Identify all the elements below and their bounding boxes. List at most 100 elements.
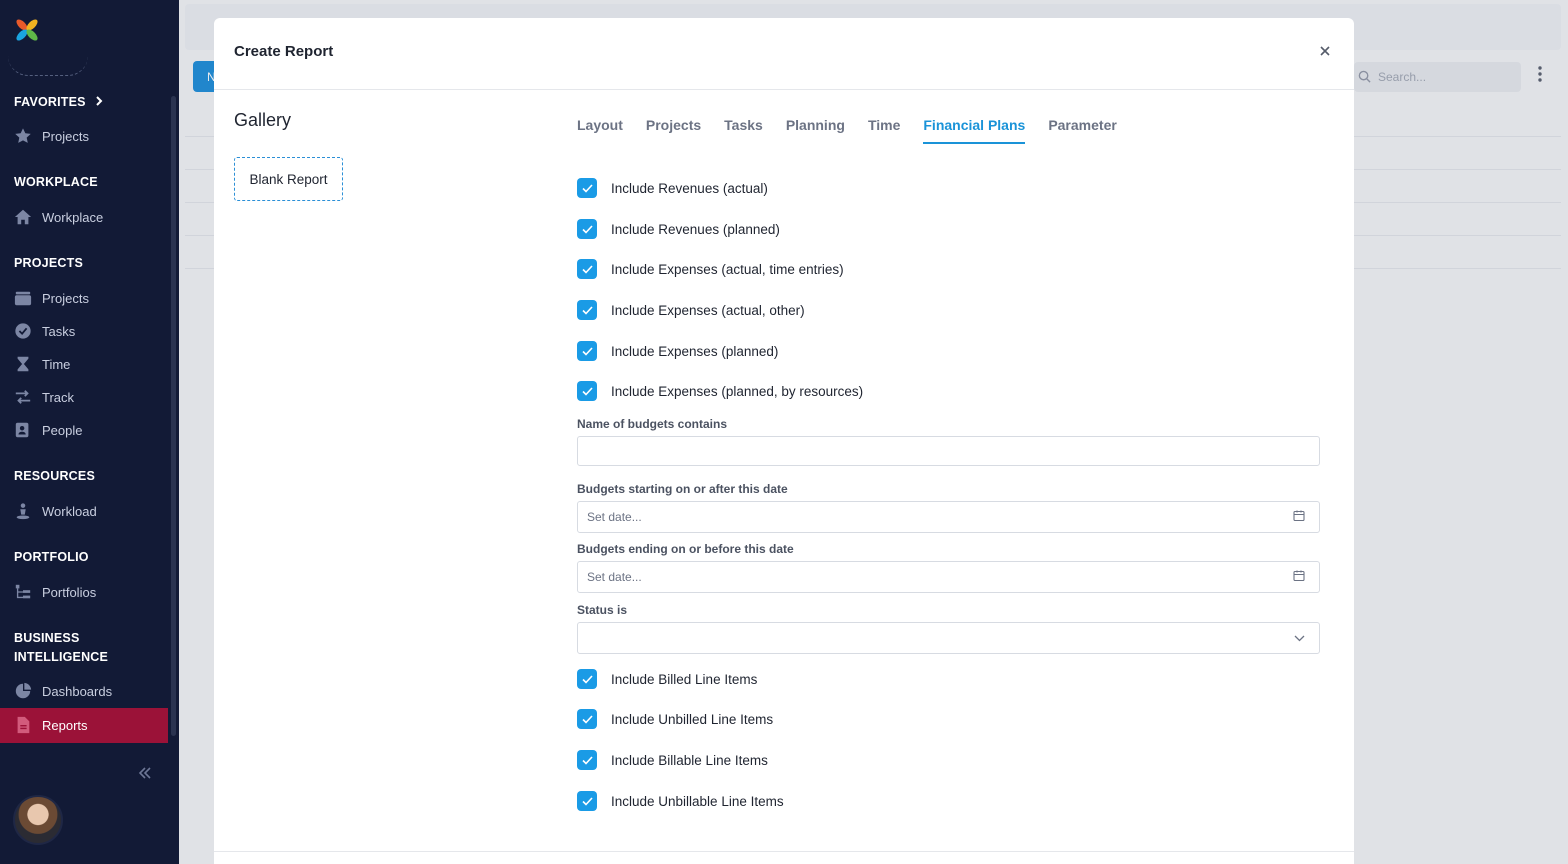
sidebar-item-label: Dashboards: [42, 683, 113, 699]
create-report-modal: Create Report Gallery Blank Report Layou…: [214, 18, 1354, 864]
checkbox-checked-icon[interactable]: [577, 709, 597, 729]
modal-footer-divider: [214, 851, 1354, 852]
section-business-intelligence: BUSINESS INTELLIGENCE: [14, 629, 108, 667]
section-favorites-title: FAVORITES: [14, 95, 86, 109]
sidebar-item-dashboards[interactable]: Dashboards: [14, 680, 112, 702]
end-date-label: Budgets ending on or before this date: [577, 542, 794, 556]
checkbox-expenses-actual-other[interactable]: Include Expenses (actual, other): [577, 299, 805, 321]
checkbox-label: Include Expenses (planned, by resources): [611, 383, 864, 399]
checkbox-checked-icon[interactable]: [577, 341, 597, 361]
checkbox-unbillable-line-items[interactable]: Include Unbillable Line Items: [577, 790, 784, 812]
sidebar-scrollbar[interactable]: [171, 96, 176, 736]
sidebar-item-label: Reports: [42, 717, 88, 733]
checkbox-label: Include Unbillable Line Items: [611, 793, 784, 809]
sidebar-item-label: Workload: [42, 503, 97, 519]
chevron-down-icon: [1294, 631, 1305, 645]
person-pin-icon: [14, 502, 32, 520]
contact-icon: [14, 421, 32, 439]
sidebar-item-favorite-projects[interactable]: Projects: [14, 125, 89, 147]
start-date-placeholder: Set date...: [587, 510, 642, 524]
sidebar: FAVORITES Projects WORKPLACE Workplace P…: [0, 0, 179, 864]
checkbox-expenses-planned-resources[interactable]: Include Expenses (planned, by resources): [577, 380, 863, 402]
checkbox-label: Include Expenses (actual, other): [611, 302, 805, 318]
sidebar-item-people[interactable]: People: [14, 419, 82, 441]
section-bi-title-line1: BUSINESS: [14, 631, 80, 645]
sidebar-item-portfolios[interactable]: Portfolios: [14, 581, 96, 603]
start-date-input[interactable]: Set date...: [577, 501, 1320, 533]
sidebar-item-label: Track: [42, 389, 75, 405]
sidebar-item-label: Projects: [42, 290, 89, 306]
chevron-right-icon: [95, 95, 103, 109]
section-projects: PROJECTS: [14, 256, 83, 270]
checkbox-checked-icon[interactable]: [577, 300, 597, 320]
status-label: Status is: [577, 603, 628, 617]
sidebar-item-reports[interactable]: Reports: [14, 714, 88, 736]
avatar[interactable]: [13, 795, 63, 845]
section-workplace: WORKPLACE: [14, 175, 98, 189]
sidebar-item-tasks[interactable]: Tasks: [14, 320, 75, 342]
tab-planning[interactable]: Planning: [786, 117, 845, 144]
home-icon: [14, 208, 32, 226]
checkbox-checked-icon[interactable]: [577, 178, 597, 198]
sidebar-item-label: Workplace: [42, 209, 104, 225]
sidebar-item-label: Portfolios: [42, 584, 97, 600]
tab-projects[interactable]: Projects: [646, 117, 701, 144]
folder-icon: [14, 289, 32, 307]
modal-title: Create Report: [234, 43, 334, 60]
sidebar-item-workplace[interactable]: Workplace: [14, 206, 103, 228]
sidebar-item-projects[interactable]: Projects: [14, 287, 89, 309]
checkbox-label: Include Revenues (planned): [611, 221, 780, 237]
checkbox-revenues-actual[interactable]: Include Revenues (actual): [577, 177, 768, 199]
checkbox-checked-icon[interactable]: [577, 669, 597, 689]
check-circle-icon: [14, 322, 32, 340]
checkbox-billable-line-items[interactable]: Include Billable Line Items: [577, 749, 768, 771]
tab-financial-plans[interactable]: Financial Plans: [923, 117, 1025, 144]
end-date-input[interactable]: Set date...: [577, 561, 1320, 593]
hierarchy-icon: [14, 583, 32, 601]
checkbox-label: Include Unbilled Line Items: [611, 711, 774, 727]
checkbox-label: Include Billable Line Items: [611, 752, 768, 768]
checkbox-checked-icon[interactable]: [577, 750, 597, 770]
section-favorites[interactable]: FAVORITES: [14, 93, 103, 112]
sidebar-item-workload[interactable]: Workload: [14, 500, 97, 522]
checkbox-checked-icon[interactable]: [577, 381, 597, 401]
checkbox-label: Include Expenses (actual, time entries): [611, 261, 844, 277]
sidebar-item-label: Projects: [42, 128, 89, 144]
app-logo[interactable]: [14, 17, 40, 43]
end-date-placeholder: Set date...: [587, 570, 642, 584]
calendar-icon[interactable]: [1293, 570, 1305, 585]
blank-report-card[interactable]: Blank Report: [234, 157, 343, 201]
sidebar-item-time[interactable]: Time: [14, 353, 70, 375]
sidebar-item-track[interactable]: Track: [14, 386, 74, 408]
checkbox-checked-icon[interactable]: [577, 219, 597, 239]
checkbox-checked-icon[interactable]: [577, 259, 597, 279]
report-tabs: Layout Projects Tasks Planning Time Fina…: [577, 117, 1140, 144]
gallery-title: Gallery: [234, 110, 292, 130]
double-chevron-left-icon[interactable]: [138, 766, 152, 784]
budget-name-label: Name of budgets contains: [577, 417, 728, 431]
close-button[interactable]: [1320, 43, 1330, 61]
sidebar-scroll-fade: [8, 56, 88, 76]
modal-header: Create Report: [214, 18, 1354, 90]
hourglass-icon: [14, 355, 32, 373]
star-icon: [14, 127, 32, 145]
checkbox-expenses-actual-time[interactable]: Include Expenses (actual, time entries): [577, 258, 844, 280]
report-icon: [14, 716, 32, 734]
tab-tasks[interactable]: Tasks: [724, 117, 763, 144]
checkbox-checked-icon[interactable]: [577, 791, 597, 811]
section-portfolio: PORTFOLIO: [14, 550, 89, 564]
checkbox-revenues-planned[interactable]: Include Revenues (planned): [577, 218, 780, 240]
tab-parameter[interactable]: Parameter: [1048, 117, 1117, 144]
status-select[interactable]: [577, 622, 1320, 654]
calendar-icon[interactable]: [1293, 510, 1305, 525]
checkbox-label: Include Expenses (planned): [611, 343, 779, 359]
checkbox-billed-line-items[interactable]: Include Billed Line Items: [577, 668, 757, 690]
tab-time[interactable]: Time: [868, 117, 900, 144]
budget-name-input[interactable]: [577, 436, 1320, 466]
tab-layout[interactable]: Layout: [577, 117, 623, 144]
sidebar-item-label: Time: [42, 356, 71, 372]
sidebar-item-label: Tasks: [42, 323, 76, 339]
checkbox-unbilled-line-items[interactable]: Include Unbilled Line Items: [577, 708, 773, 730]
checkbox-label: Include Revenues (actual): [611, 180, 768, 196]
checkbox-expenses-planned[interactable]: Include Expenses (planned): [577, 340, 778, 362]
